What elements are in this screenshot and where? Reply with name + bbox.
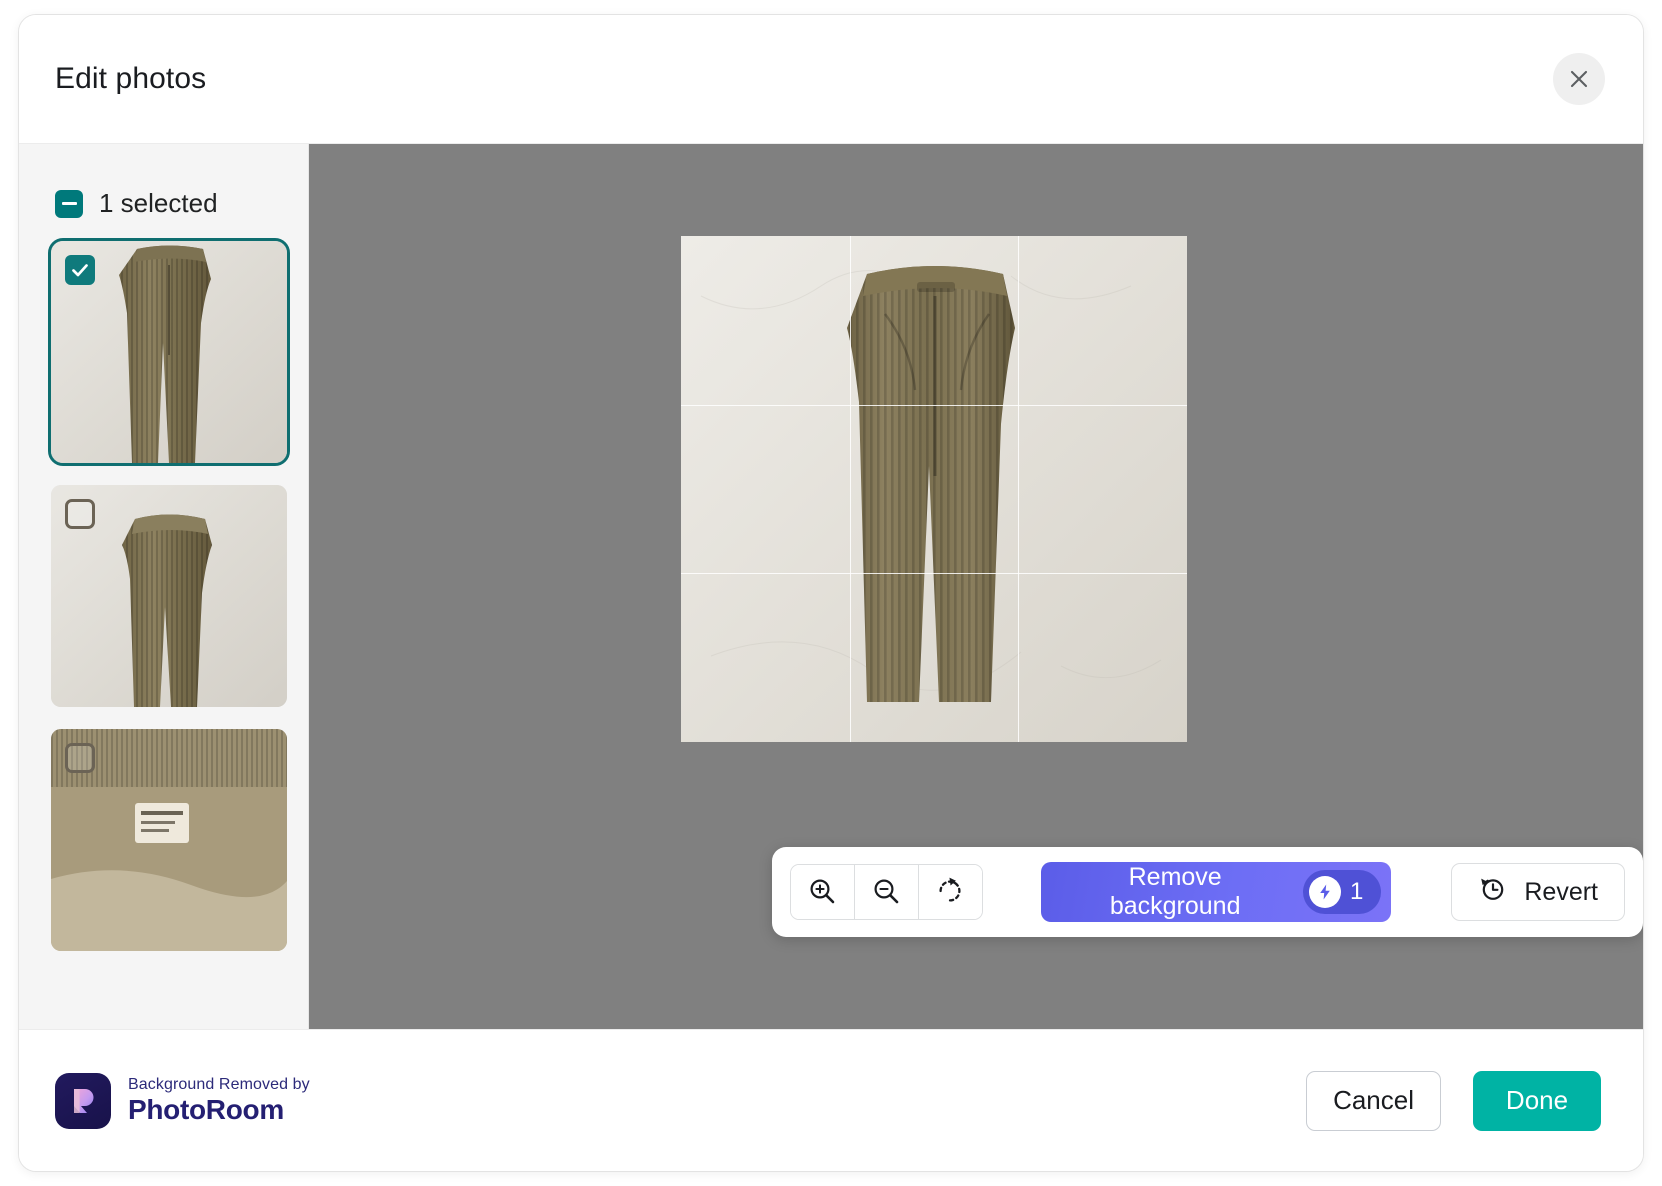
close-icon	[1567, 67, 1591, 91]
select-all-checkbox[interactable]	[55, 189, 83, 218]
thumbnail-checkbox-3[interactable]	[65, 743, 95, 773]
main-photo-container[interactable]	[681, 236, 1187, 742]
close-button[interactable]	[1553, 53, 1605, 105]
editor-toolbar: Remove background 1 Revert	[772, 847, 1643, 937]
grid-line-vertical-2	[1018, 236, 1020, 742]
modal-body: 1 selected Remove background 1 Revert	[19, 143, 1643, 1029]
photoroom-r-logo-icon	[55, 1072, 111, 1129]
zoom-in-icon	[807, 876, 837, 909]
revert-button[interactable]: Revert	[1451, 863, 1625, 921]
selection-summary[interactable]: 1 selected	[19, 144, 308, 241]
check-icon	[72, 264, 88, 277]
thumbnail-sidebar: 1 selected	[19, 144, 309, 1029]
remove-background-label: Remove background	[1109, 863, 1241, 920]
image-canvas-stage[interactable]: Remove background 1 Revert	[309, 144, 1643, 1029]
revert-label: Revert	[1524, 877, 1598, 906]
main-photo-image	[681, 236, 1187, 742]
main-photo	[681, 236, 1187, 742]
brand-name: PhotoRoom	[128, 1093, 284, 1125]
indeterminate-dash-icon	[61, 202, 77, 205]
thumbnail-checkbox-1[interactable]	[65, 255, 95, 285]
modal-header: Edit photos	[19, 15, 1643, 143]
grid-line-vertical-1	[849, 236, 851, 742]
photoroom-attribution: Background Removed by PhotoRoom	[55, 1072, 310, 1129]
remove-background-button[interactable]: Remove background 1	[1041, 862, 1392, 922]
thumbnail-item-1[interactable]	[48, 238, 290, 466]
edit-photos-modal: Edit photos 1 selected Remove background…	[18, 14, 1644, 1172]
photoroom-text: Background Removed by PhotoRoom	[128, 1076, 310, 1125]
selection-count-label: 1 selected	[99, 188, 218, 218]
page-title: Edit photos	[55, 62, 207, 95]
thumbnail-checkbox-2[interactable]	[65, 499, 95, 529]
credit-count: 1	[1350, 878, 1364, 905]
rotate-button[interactable]	[918, 865, 983, 919]
credit-cost-badge: 1	[1303, 870, 1382, 914]
grid-line-horizontal-2	[681, 573, 1187, 575]
grid-line-horizontal-1	[681, 404, 1187, 406]
cancel-button[interactable]: Cancel	[1306, 1070, 1441, 1131]
zoom-rotate-group	[790, 864, 984, 920]
zoom-in-button[interactable]	[791, 865, 855, 919]
brand-tagline: Background Removed by	[128, 1075, 310, 1093]
lightning-bolt-icon	[1309, 876, 1341, 908]
modal-footer: Background Removed by PhotoRoom Cancel D…	[19, 1029, 1643, 1171]
thumbnail-list	[19, 238, 308, 951]
zoom-out-icon	[871, 876, 901, 909]
thumbnail-item-2[interactable]	[51, 485, 287, 707]
rotate-left-icon	[935, 876, 965, 909]
thumbnail-item-3[interactable]	[51, 729, 287, 951]
history-icon	[1478, 874, 1508, 911]
zoom-out-button[interactable]	[854, 865, 919, 919]
footer-actions: Cancel Done	[1306, 1070, 1601, 1131]
done-button[interactable]: Done	[1473, 1070, 1601, 1131]
